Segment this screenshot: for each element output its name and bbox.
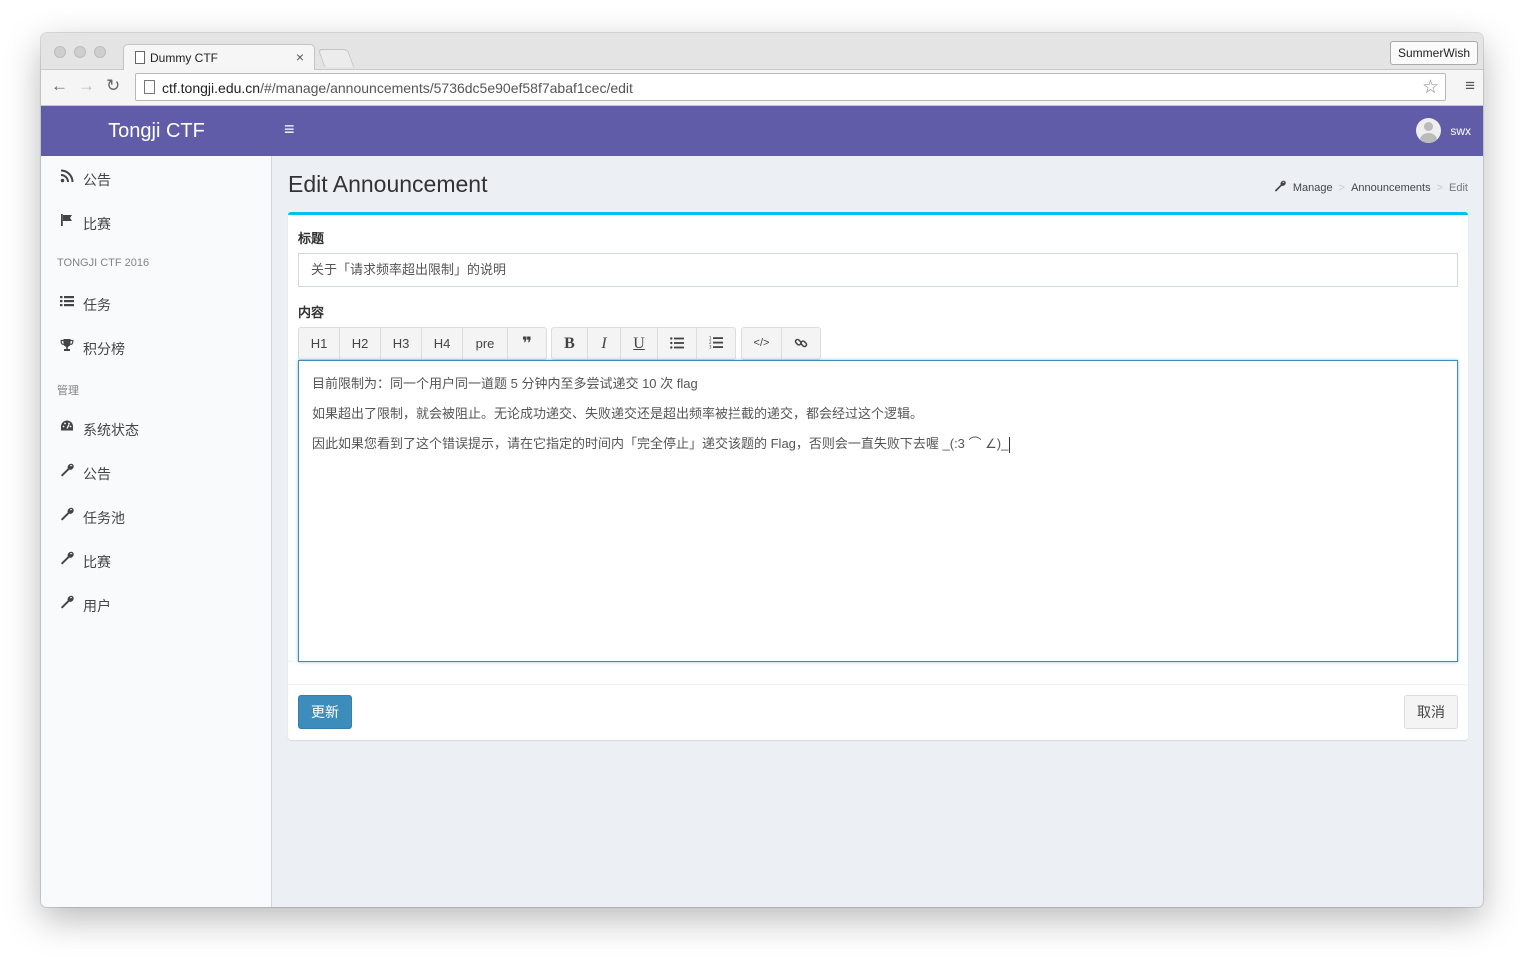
bookmark-star-icon[interactable]: ☆ xyxy=(1422,76,1439,99)
url-host: ctf.tongji.edu.cn xyxy=(162,80,261,96)
list-icon xyxy=(59,294,75,310)
sidebar: 公告 比赛 TONGJI CTF 2016 任务 积分榜 管理 系统状态 公告 … xyxy=(41,156,272,907)
code-button[interactable]: </> xyxy=(742,328,782,359)
sidebar-item-label: 任务池 xyxy=(83,510,125,526)
sidebar-item-users[interactable]: 用户 xyxy=(41,582,272,626)
sidebar-item-manage-contests[interactable]: 比赛 xyxy=(41,538,272,582)
sidebar-item-manage-announcements[interactable]: 公告 xyxy=(41,450,272,494)
content-line: 如果超出了限制，就会被阻止。无论成功递交、失败递交还是超出频率被拦截的递交，都会… xyxy=(312,406,924,421)
forward-icon[interactable]: → xyxy=(78,76,95,96)
update-button[interactable]: 更新 xyxy=(298,695,352,729)
format-button-group: B I U 123 xyxy=(551,327,736,360)
profile-button[interactable]: SummerWish xyxy=(1389,41,1478,65)
wrench-icon xyxy=(59,463,75,479)
cancel-button[interactable]: 取消 xyxy=(1404,695,1458,729)
breadcrumb-announcements[interactable]: Announcements xyxy=(1351,182,1431,194)
content-label: 内容 xyxy=(298,305,325,320)
tab-close-icon[interactable]: × xyxy=(296,49,304,65)
bullet-list-icon xyxy=(670,337,684,349)
h1-button[interactable]: H1 xyxy=(299,328,340,359)
main-content: Edit Announcement Manage > Announcements > E… xyxy=(273,156,1483,907)
edit-form-box: 标题 关于「请求频率超出限制」的说明 内容 H1 H2 H3 H4 pre ❞ … xyxy=(288,212,1468,740)
sidebar-item-label: 比赛 xyxy=(83,554,111,570)
underline-button[interactable]: U xyxy=(621,328,658,359)
wrench-icon xyxy=(59,507,75,523)
insert-button-group: </> xyxy=(741,327,821,360)
sidebar-item-label: 系统状态 xyxy=(83,422,139,438)
dashboard-icon xyxy=(59,419,75,435)
content-line: 目前限制为：同一个用户同一道题 5 分钟内至多尝试递交 10 次 flag xyxy=(312,376,698,391)
browser-tab[interactable]: Dummy CTF × xyxy=(123,44,315,71)
page-title: Edit Announcement xyxy=(288,171,488,197)
trophy-icon xyxy=(59,338,75,354)
tab-strip: Dummy CTF × SummerWish xyxy=(41,33,1483,71)
username: swx xyxy=(1450,124,1471,138)
page-icon xyxy=(144,80,155,94)
breadcrumb-edit: Edit xyxy=(1449,182,1468,194)
wrench-icon xyxy=(59,551,75,567)
h4-button[interactable]: H4 xyxy=(422,328,463,359)
rss-icon xyxy=(59,169,75,185)
sidebar-item-tasks[interactable]: 任务 xyxy=(41,281,272,325)
breadcrumb: Manage > Announcements > Edit xyxy=(1274,180,1468,194)
new-tab-button[interactable] xyxy=(317,49,355,67)
blockquote-button[interactable]: ❞ xyxy=(508,328,546,359)
url-text[interactable]: ctf.tongji.edu.cn/#/manage/announcements… xyxy=(162,80,633,96)
flag-icon xyxy=(59,213,75,229)
minimize-window-icon[interactable] xyxy=(74,46,86,58)
wrench-icon xyxy=(59,595,75,611)
browser-menu-icon[interactable]: ≡ xyxy=(1465,76,1475,96)
content-line-text: 因此如果您看到了这个错误提示，请在它指定的时间内「完全停止」递交该题的 Flag… xyxy=(312,436,1009,451)
heading-button-group: H1 H2 H3 H4 pre ❞ xyxy=(298,327,547,360)
tab-title: Dummy CTF xyxy=(150,51,218,65)
pre-button[interactable]: pre xyxy=(463,328,508,359)
svg-text:3: 3 xyxy=(709,345,712,350)
form-footer: 更新 取消 xyxy=(288,684,1468,740)
zoom-window-icon[interactable] xyxy=(94,46,106,58)
sidebar-item-announcements[interactable]: 公告 xyxy=(41,156,272,200)
reload-icon[interactable]: ↻ xyxy=(106,76,120,96)
link-icon xyxy=(794,338,808,348)
breadcrumb-separator: > xyxy=(1436,182,1444,194)
content-editor[interactable]: 目前限制为：同一个用户同一道题 5 分钟内至多尝试递交 10 次 flag 如果… xyxy=(298,360,1458,662)
sidebar-section-contest: TONGJI CTF 2016 xyxy=(57,257,150,269)
bold-button[interactable]: B xyxy=(552,328,588,359)
link-button[interactable] xyxy=(782,328,820,359)
h2-button[interactable]: H2 xyxy=(340,328,381,359)
sidebar-item-scoreboard[interactable]: 积分榜 xyxy=(41,325,272,369)
sidebar-item-label: 用户 xyxy=(83,598,111,614)
sidebar-section-manage: 管理 xyxy=(57,385,79,397)
h3-button[interactable]: H3 xyxy=(381,328,422,359)
sidebar-toggle-icon[interactable]: ≡ xyxy=(284,119,295,140)
breadcrumb-separator: > xyxy=(1338,182,1346,194)
wrench-icon xyxy=(1274,180,1289,194)
document-icon xyxy=(135,51,145,64)
text-caret xyxy=(1009,436,1011,453)
close-window-icon[interactable] xyxy=(54,46,66,58)
sidebar-item-system-status[interactable]: 系统状态 xyxy=(41,406,272,450)
sidebar-item-contests[interactable]: 比赛 xyxy=(41,200,272,244)
title-input[interactable]: 关于「请求频率超出限制」的说明 xyxy=(298,253,1458,287)
sidebar-item-label: 公告 xyxy=(83,172,111,188)
italic-button[interactable]: I xyxy=(588,328,621,359)
browser-toolbar: ← → ↻ ctf.tongji.edu.cn/#/manage/announc… xyxy=(41,70,1483,106)
sidebar-item-task-pool[interactable]: 任务池 xyxy=(41,494,272,538)
avatar xyxy=(1416,118,1441,143)
sidebar-item-label: 任务 xyxy=(83,297,111,313)
browser-window: Dummy CTF × SummerWish ← → ↻ ctf.tongji.… xyxy=(41,33,1483,907)
address-bar[interactable]: ctf.tongji.edu.cn/#/manage/announcements… xyxy=(135,73,1446,101)
brand-logo[interactable]: Tongji CTF xyxy=(41,106,272,156)
numbered-list-button[interactable]: 123 xyxy=(697,328,735,359)
back-icon[interactable]: ← xyxy=(51,76,68,96)
app-header: Tongji CTF ≡ swx xyxy=(41,106,1483,156)
content-line: 因此如果您看到了这个错误提示，请在它指定的时间内「完全停止」递交该题的 Flag… xyxy=(312,429,1444,459)
sidebar-item-label: 比赛 xyxy=(83,216,111,232)
title-label: 标题 xyxy=(298,231,325,246)
sidebar-item-label: 积分榜 xyxy=(83,341,125,357)
breadcrumb-manage[interactable]: Manage xyxy=(1293,182,1333,194)
url-path: /#/manage/announcements/5736dc5e90ef58f7… xyxy=(260,80,633,96)
numbered-list-icon: 123 xyxy=(709,336,723,350)
bullet-list-button[interactable] xyxy=(658,328,697,359)
sidebar-item-label: 公告 xyxy=(83,466,111,482)
